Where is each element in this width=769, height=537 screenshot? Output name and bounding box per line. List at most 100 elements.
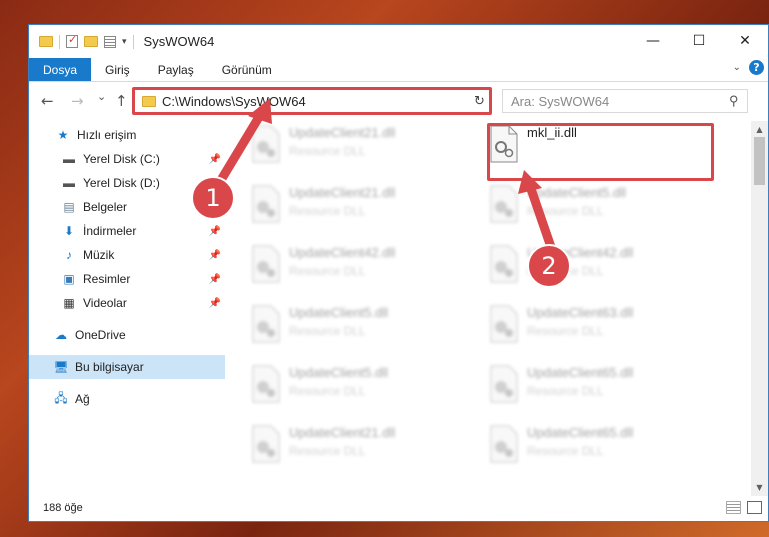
list-item[interactable]: UpdateClient63.dll Resource DLL bbox=[485, 301, 705, 357]
properties-check-icon[interactable] bbox=[66, 33, 78, 48]
callout-step-one: 1 bbox=[191, 176, 235, 220]
dll-file-icon bbox=[251, 125, 281, 163]
help-icon[interactable]: ? bbox=[749, 60, 764, 75]
file-description: Resource DLL bbox=[289, 144, 366, 158]
minimize-button[interactable]: — bbox=[630, 25, 676, 56]
file-description: Resource DLL bbox=[527, 444, 604, 458]
computer-icon: 🖥 bbox=[53, 360, 69, 374]
details-view-icon[interactable] bbox=[726, 501, 741, 514]
drive-icon: ▬ bbox=[63, 176, 75, 190]
scroll-up-icon[interactable]: ▲ bbox=[751, 121, 768, 138]
file-name: UpdateClient21.dll bbox=[289, 425, 396, 440]
list-item[interactable]: UpdateClient42.dllResource DLL bbox=[485, 241, 705, 297]
tab-dosya[interactable]: Dosya bbox=[29, 58, 92, 81]
dll-file-icon bbox=[489, 245, 519, 283]
sidebar-item-label: Ağ bbox=[75, 392, 90, 406]
properties-icon[interactable] bbox=[104, 35, 116, 48]
sidebar-item-quick-access[interactable]: ★ Hızlı erişim bbox=[29, 123, 225, 147]
file-highlight-box bbox=[487, 123, 714, 181]
list-item[interactable]: UpdateClient42.dll Resource DLL bbox=[247, 241, 467, 297]
pin-icon[interactable]: 📌 bbox=[209, 250, 221, 261]
file-name: UpdateClient5.dll bbox=[289, 305, 389, 320]
pin-icon[interactable]: 📌 bbox=[209, 298, 221, 309]
folder-icon[interactable] bbox=[39, 36, 53, 47]
back-arrow-icon[interactable]: ← bbox=[41, 92, 54, 110]
file-description: Resource DLL bbox=[289, 384, 366, 398]
list-item[interactable]: UpdateClient21.dll Resource DLL bbox=[247, 421, 467, 477]
file-description: Resource DLL bbox=[527, 324, 604, 338]
dll-file-icon bbox=[251, 185, 281, 223]
sidebar-item-videos[interactable]: ▦ Videolar 📌 bbox=[29, 291, 225, 315]
sidebar-item-label: İndirmeler bbox=[83, 224, 137, 238]
drive-icon: ▬ bbox=[63, 152, 75, 166]
dll-file-icon bbox=[251, 245, 281, 283]
title-bar: ▾ SysWOW64 — ☐ ✕ bbox=[29, 25, 768, 58]
sidebar-item-label: Belgeler bbox=[83, 200, 128, 214]
dll-file-icon bbox=[251, 425, 281, 463]
sidebar-item-this-pc[interactable]: 🖥 Bu bilgisayar bbox=[29, 355, 225, 379]
sidebar-item-network[interactable]: 🖧 Ağ bbox=[29, 387, 225, 411]
dll-file-icon bbox=[251, 305, 281, 343]
search-placeholder: Ara: SysWOW64 bbox=[511, 93, 610, 109]
file-description: Resource DLL bbox=[527, 204, 604, 218]
tab-gorunum[interactable]: Görünüm bbox=[208, 58, 286, 81]
recent-locations-icon[interactable]: ⌄ bbox=[97, 90, 106, 103]
sidebar-item-music[interactable]: ♪ Müzik 📌 bbox=[29, 243, 225, 267]
sidebar-item-label: Hızlı erişim bbox=[77, 128, 137, 142]
pin-icon[interactable]: 📌 bbox=[209, 226, 221, 237]
scroll-thumb[interactable] bbox=[754, 137, 765, 185]
up-arrow-icon[interactable]: ↑ bbox=[115, 92, 128, 110]
file-name: UpdateClient42.dll bbox=[289, 245, 396, 260]
vertical-scrollbar[interactable]: ▲ ▼ bbox=[751, 121, 768, 496]
ribbon-expand-icon[interactable]: ⌄ bbox=[733, 62, 741, 73]
file-description: Resource DLL bbox=[289, 444, 366, 458]
large-icons-view-icon[interactable] bbox=[747, 501, 762, 514]
sidebar-item-disk-c[interactable]: ▬ Yerel Disk (C:) 📌 bbox=[29, 147, 225, 171]
file-name: UpdateClient65.dll bbox=[527, 425, 634, 440]
file-description: Resource DLL bbox=[289, 204, 366, 218]
ribbon-tabs: Dosya Giriş Paylaş Görünüm ⌄ ? bbox=[29, 58, 768, 82]
file-name: UpdateClient21.dll bbox=[289, 185, 396, 200]
view-toggle bbox=[726, 501, 762, 514]
pin-icon[interactable]: 📌 bbox=[209, 154, 221, 165]
tab-giris[interactable]: Giriş bbox=[91, 58, 144, 81]
file-name: UpdateClient5.dll bbox=[527, 185, 627, 200]
sidebar-item-label: Bu bilgisayar bbox=[75, 360, 144, 374]
item-count: 188 öğe bbox=[43, 502, 83, 514]
dll-file-icon bbox=[489, 305, 519, 343]
search-icon[interactable]: ⚲ bbox=[729, 93, 739, 109]
list-item[interactable]: UpdateClient65.dll Resource DLL bbox=[485, 421, 705, 477]
scroll-down-icon[interactable]: ▼ bbox=[751, 479, 768, 496]
download-icon: ⬇ bbox=[63, 224, 75, 238]
list-item[interactable]: UpdateClient5.dll Resource DLL bbox=[247, 361, 467, 417]
sidebar-item-label: Resimler bbox=[83, 272, 131, 286]
maximize-button[interactable]: ☐ bbox=[676, 25, 722, 56]
sidebar-item-pictures[interactable]: ▣ Resimler 📌 bbox=[29, 267, 225, 291]
window-controls: — ☐ ✕ bbox=[630, 25, 768, 56]
pin-icon[interactable]: 📌 bbox=[209, 274, 221, 285]
navigation-bar: ← → ⌄ ↑ C:\Windows\SysWOW64 ▾ ↻ Ara: Sys… bbox=[29, 82, 768, 120]
new-folder-icon[interactable] bbox=[84, 36, 98, 47]
address-highlight-box bbox=[132, 87, 492, 115]
chevron-down-icon[interactable]: ▾ bbox=[122, 37, 127, 47]
star-icon: ★ bbox=[57, 128, 69, 142]
cloud-icon: ☁ bbox=[55, 328, 67, 342]
close-button[interactable]: ✕ bbox=[722, 25, 768, 56]
music-icon: ♪ bbox=[66, 248, 72, 262]
dll-file-icon bbox=[251, 365, 281, 403]
list-item[interactable]: UpdateClient5.dll Resource DLL bbox=[485, 181, 705, 237]
list-item[interactable]: UpdateClient5.dll Resource DLL bbox=[247, 301, 467, 357]
search-input[interactable]: Ara: SysWOW64 ⚲ bbox=[502, 89, 748, 113]
forward-arrow-icon[interactable]: → bbox=[71, 92, 84, 110]
sidebar-item-downloads[interactable]: ⬇ İndirmeler 📌 bbox=[29, 219, 225, 243]
list-item[interactable]: UpdateClient21.dll Resource DLL bbox=[247, 121, 467, 177]
dll-file-icon bbox=[489, 425, 519, 463]
list-item[interactable]: UpdateClient65.dll Resource DLL bbox=[485, 361, 705, 417]
file-description: Resource DLL bbox=[289, 264, 366, 278]
file-description: Resource DLL bbox=[527, 384, 604, 398]
sidebar-item-onedrive[interactable]: ☁ OneDrive bbox=[29, 323, 225, 347]
tab-paylas[interactable]: Paylaş bbox=[144, 58, 208, 81]
list-item[interactable]: UpdateClient21.dll Resource DLL bbox=[247, 181, 467, 237]
network-icon: 🖧 bbox=[54, 390, 68, 405]
file-name: UpdateClient21.dll bbox=[289, 125, 396, 140]
